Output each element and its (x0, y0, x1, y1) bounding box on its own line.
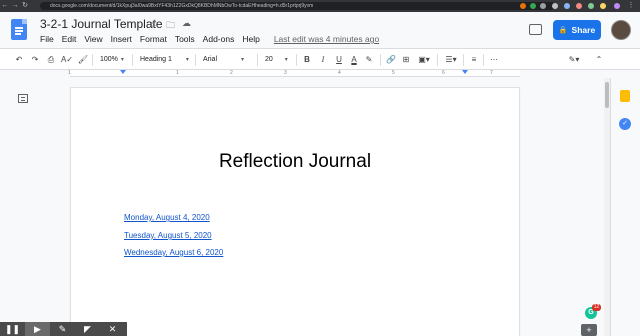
date-link[interactable]: Tuesday, August 5, 2020 (124, 231, 212, 240)
close-icon[interactable]: ✕ (100, 322, 125, 336)
docs-logo-icon[interactable] (11, 19, 27, 40)
ruler-number: 7 (490, 70, 493, 76)
insert-image-icon[interactable]: ▣▾ (415, 49, 433, 71)
date-link[interactable]: Wednesday, August 6, 2020 (124, 248, 223, 257)
extension-icon[interactable] (588, 3, 594, 9)
side-panel (610, 78, 640, 336)
folder-icon[interactable]: 🗀 (166, 18, 175, 34)
more-options-icon[interactable]: ⋯ (488, 49, 500, 71)
keep-icon[interactable] (620, 90, 630, 102)
document-outline-icon[interactable] (18, 94, 28, 103)
editing-mode-icon[interactable]: ✎▾ (566, 49, 582, 71)
cloud-icon[interactable]: ☁ (182, 18, 191, 29)
more-icon[interactable]: ⋮ (626, 0, 636, 12)
extension-icon[interactable] (530, 3, 536, 9)
underline-icon[interactable]: U (333, 49, 345, 71)
menu-edit[interactable]: Edit (62, 34, 77, 44)
menu-view[interactable]: View (84, 34, 102, 44)
ruler-number: 5 (392, 70, 395, 76)
extension-icon[interactable] (520, 3, 526, 9)
right-indent-marker[interactable] (462, 70, 468, 74)
document-heading[interactable]: Reflection Journal (71, 151, 519, 173)
ruler-number: 2 (230, 70, 233, 76)
chevron-down-icon: ▾ (241, 57, 245, 63)
font-size-value: 20 (265, 56, 273, 63)
ruler: 1 1 2 3 4 5 6 7 (68, 70, 520, 77)
ruler-number: 3 (284, 70, 287, 76)
profile-icon[interactable] (614, 3, 620, 9)
menu-tools[interactable]: Tools (175, 34, 195, 44)
comments-icon[interactable] (529, 24, 542, 35)
pause-icon[interactable]: ❚❚ (0, 322, 25, 336)
menu-bar: File Edit View Insert Format Tools Add-o… (40, 34, 379, 44)
ruler-number: 6 (442, 70, 445, 76)
paint-format-icon[interactable]: 🖌 (76, 49, 90, 71)
scrollbar-thumb[interactable] (605, 82, 609, 108)
ruler-number: 1 (68, 70, 71, 76)
redo-icon[interactable]: ↷ (28, 49, 42, 71)
text-color-icon[interactable]: A (348, 49, 360, 71)
chevron-down-icon: ▾ (284, 57, 288, 63)
extension-icon[interactable] (540, 3, 546, 9)
chevron-down-icon: ▾ (120, 57, 124, 63)
line-spacing-icon[interactable]: ≡ (468, 49, 480, 71)
share-button[interactable]: 🔒 Share (553, 20, 601, 40)
menu-addons[interactable]: Add-ons (203, 34, 235, 44)
left-indent-marker[interactable] (120, 70, 126, 74)
style-value: Heading 1 (140, 56, 172, 63)
bold-icon[interactable]: B (301, 49, 313, 71)
eraser-icon[interactable]: ◤ (75, 322, 100, 336)
lock-icon: 🔒 (558, 27, 568, 34)
back-icon[interactable]: ← (0, 0, 10, 12)
font-value: Arial (203, 56, 218, 63)
font-size-select[interactable]: 20 ▾ (265, 49, 288, 71)
align-icon[interactable]: ☰▾ (442, 49, 460, 71)
collapse-menu-icon[interactable]: ⌃ (593, 49, 605, 71)
extension-icon[interactable] (564, 3, 570, 9)
link-icon[interactable]: 🔗 (385, 49, 397, 71)
reload-icon[interactable]: ↻ (20, 0, 30, 12)
extension-icon[interactable] (600, 3, 606, 9)
address-bar[interactable]: docs.google.com/document/d/1kXpuj3aI0wa9… (40, 2, 555, 10)
extension-icon[interactable] (576, 3, 582, 9)
show-side-panel-icon[interactable]: + (581, 324, 597, 336)
play-icon[interactable]: ▶ (25, 322, 50, 336)
font-select[interactable]: Arial ▾ (203, 49, 244, 71)
last-edit-link[interactable]: Last edit was 4 minutes ago (274, 34, 379, 44)
avatar[interactable] (611, 20, 631, 40)
document-page[interactable]: Reflection Journal Monday, August 4, 202… (71, 88, 519, 336)
browser-toolbar: ← → ↻ docs.google.com/document/d/1kXpuj3… (0, 0, 640, 12)
italic-icon[interactable]: I (317, 49, 329, 71)
pen-icon[interactable]: ✎ (50, 322, 75, 336)
extension-icon[interactable] (552, 3, 558, 9)
chevron-down-icon: ▾ (185, 57, 189, 63)
star-icon[interactable]: ☆ (150, 17, 160, 30)
zoom-value: 100% (100, 56, 118, 63)
menu-file[interactable]: File (40, 34, 54, 44)
ruler-number: 4 (338, 70, 341, 76)
share-label: Share (571, 25, 596, 35)
tasks-icon[interactable]: ✓ (619, 118, 631, 130)
style-select[interactable]: Heading 1 ▾ (140, 49, 189, 71)
highlight-icon[interactable]: ✎ (363, 49, 375, 71)
document-title[interactable]: 3-2-1 Journal Template (40, 17, 163, 31)
screen-recorder-controls: ❚❚ ▶ ✎ ◤ ✕ (0, 322, 127, 336)
menu-format[interactable]: Format (140, 34, 167, 44)
forward-icon[interactable]: → (10, 0, 20, 12)
add-comment-icon[interactable]: ⊞ (400, 49, 412, 71)
print-icon[interactable]: ⎙ (44, 49, 58, 71)
zoom-select[interactable]: 100% ▾ (100, 49, 124, 71)
spellcheck-icon[interactable]: A✓ (60, 49, 74, 71)
docs-header: 3-2-1 Journal Template ☆ 🗀 ☁ File Edit V… (0, 12, 640, 48)
menu-help[interactable]: Help (242, 34, 259, 44)
undo-icon[interactable]: ↶ (12, 49, 26, 71)
menu-insert[interactable]: Insert (111, 34, 132, 44)
ruler-number: 1 (176, 70, 179, 76)
formatting-toolbar: ↶ ↷ ⎙ A✓ 🖌 100% ▾ Heading 1 ▾ Arial ▾ 20 ▾ B… (0, 48, 640, 70)
date-link[interactable]: Monday, August 4, 2020 (124, 213, 210, 222)
grammarly-badge: 12 (592, 304, 601, 311)
